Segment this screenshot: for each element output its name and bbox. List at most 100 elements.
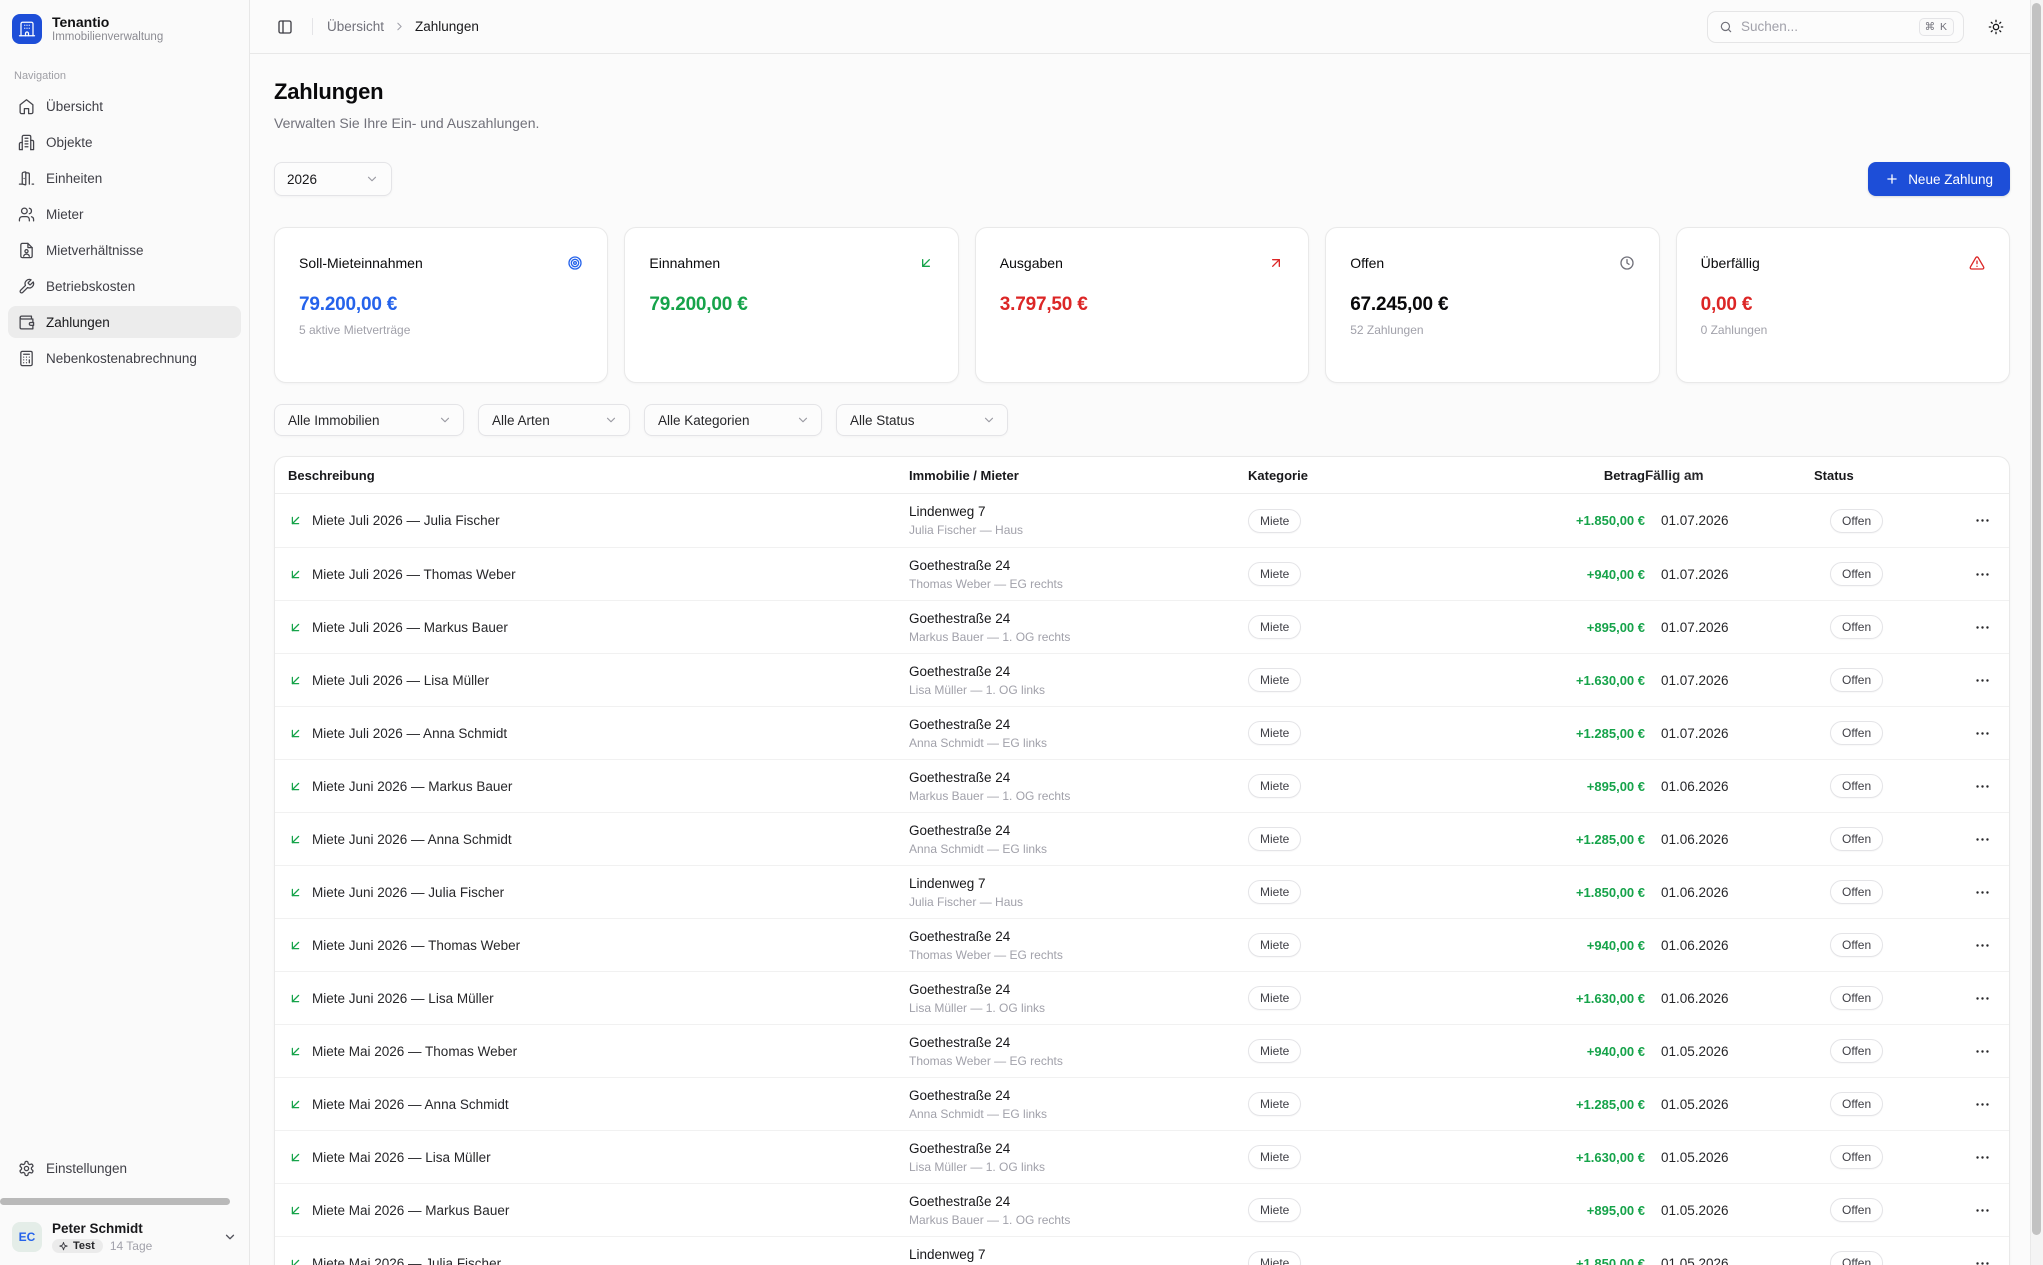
tenant-unit: Anna Schmidt — EG links [909,736,1248,750]
row-actions-button[interactable] [1971,510,1993,532]
sidebar-item-nebenkostenabrechnung[interactable]: Nebenkostenabrechnung [8,342,241,374]
row-actions-button[interactable] [1971,1199,1993,1221]
breadcrumb: Übersicht Zahlungen [327,19,479,34]
row-actions-button[interactable] [1971,881,1993,903]
payment-row: Miete Mai 2026 — Lisa MüllerGoethestraße… [275,1130,2009,1183]
payment-amount: +1.630,00 € [1448,991,1645,1006]
row-actions-button[interactable] [1971,1040,1993,1062]
topbar: Übersicht Zahlungen Suchen... ⌘ K [250,0,2043,54]
more-horizontal-icon [1974,1202,1991,1219]
payment-amount: +1.850,00 € [1448,1256,1645,1265]
category-badge: Miete [1248,1039,1301,1063]
due-date: 01.06.2026 [1645,885,1814,900]
row-actions-button[interactable] [1971,934,1993,956]
arrow-down-left-icon [288,991,303,1006]
row-actions-button[interactable] [1971,1146,1993,1168]
sidebar-toggle-button[interactable] [272,14,298,40]
card-label: Überfällig [1701,255,1760,271]
sidebar-item-mietverhaltnisse[interactable]: Mietverhältnisse [8,234,241,266]
column-header-kategorie: Kategorie [1248,468,1448,483]
filter-alle-status[interactable]: Alle Status [836,404,1008,436]
vertical-scrollbar[interactable] [2030,0,2043,1265]
row-actions-button[interactable] [1971,616,1993,638]
row-actions-button[interactable] [1971,669,1993,691]
due-date: 01.07.2026 [1645,513,1814,528]
tenant-unit: Julia Fischer — Haus [909,895,1248,909]
payment-description: Miete Juni 2026 — Anna Schmidt [312,832,512,847]
status-badge: Offen [1830,721,1883,745]
page-content: Zahlungen Verwalten Sie Ihre Ein- und Au… [250,54,2043,1265]
vertical-scrollbar-thumb[interactable] [2032,3,2041,1235]
property-name: Goethestraße 24 [909,982,1248,998]
sidebar-item-objekte[interactable]: Objekte [8,126,241,158]
due-date: 01.07.2026 [1645,726,1814,741]
arrow-down-left-icon [288,1150,303,1165]
year-select-value: 2026 [287,172,317,187]
chevron-down-icon [223,1230,237,1244]
payment-description: Miete Juli 2026 — Thomas Weber [312,567,516,582]
card-label: Offen [1350,255,1384,271]
due-date: 01.06.2026 [1645,991,1814,1006]
filter-alle-immobilien[interactable]: Alle Immobilien [274,404,464,436]
payment-amount: +1.850,00 € [1448,885,1645,900]
due-date: 01.05.2026 [1645,1097,1814,1112]
status-badge: Offen [1830,1092,1883,1116]
nav-section-label: Navigation [8,70,241,82]
tenant-unit: Julia Fischer — Haus [909,523,1248,537]
table-body: Miete Juli 2026 — Julia FischerLindenweg… [275,494,2009,1265]
due-date: 01.07.2026 [1645,567,1814,582]
payment-description: Miete Juli 2026 — Julia Fischer [312,513,500,528]
row-actions-button[interactable] [1971,1252,1993,1265]
row-actions-button[interactable] [1971,1093,1993,1115]
sidebar-item-einstellungen[interactable]: Einstellungen [8,1152,241,1184]
category-badge: Miete [1248,1145,1301,1169]
year-select[interactable]: 2026 [274,162,392,196]
status-badge: Offen [1830,1198,1883,1222]
due-date: 01.05.2026 [1645,1044,1814,1059]
chevron-down-icon [796,413,810,427]
sidebar-item-zahlungen[interactable]: Zahlungen [8,306,241,338]
search-input[interactable]: Suchen... ⌘ K [1707,11,1964,43]
due-date: 01.05.2026 [1645,1256,1814,1265]
wrench-icon [18,278,35,295]
page-subtitle: Verwalten Sie Ihre Ein- und Auszahlungen… [274,115,2010,131]
category-badge: Miete [1248,880,1301,904]
user-menu[interactable]: EC Peter Schmidt Test 14 Tage [8,1215,241,1255]
main-area: Übersicht Zahlungen Suchen... ⌘ K [250,0,2043,1265]
row-actions-button[interactable] [1971,563,1993,585]
more-horizontal-icon [1974,512,1991,529]
payment-description: Miete Juni 2026 — Markus Bauer [312,779,512,794]
filter-alle-arten[interactable]: Alle Arten [478,404,630,436]
sidebar-item-ubersicht[interactable]: Übersicht [8,90,241,122]
new-payment-button[interactable]: Neue Zahlung [1868,162,2010,196]
sidebar-item-mieter[interactable]: Mieter [8,198,241,230]
theme-toggle-button[interactable] [1983,14,2009,40]
row-actions-button[interactable] [1971,828,1993,850]
row-actions-button[interactable] [1971,722,1993,744]
sun-icon [1988,19,2004,35]
sidebar-horizontal-scrollbar[interactable] [0,1198,230,1205]
breadcrumb-uebersicht[interactable]: Übersicht [327,19,384,34]
sidebar-item-einheiten[interactable]: Einheiten [8,162,241,194]
payment-row: Miete Juli 2026 — Anna SchmidtGoethestra… [275,706,2009,759]
tenant-unit: Lisa Müller — 1. OG links [909,1160,1248,1174]
payment-amount: +940,00 € [1448,567,1645,582]
arrow-down-left-icon [288,726,303,741]
row-actions-button[interactable] [1971,775,1993,797]
filter-alle-kategorien[interactable]: Alle Kategorien [644,404,822,436]
sidebar-item-betriebskosten[interactable]: Betriebskosten [8,270,241,302]
payment-amount: +1.850,00 € [1448,513,1645,528]
search-shortcut: ⌘ K [1919,18,1954,36]
payment-amount: +1.285,00 € [1448,726,1645,741]
arrow-down-left-icon [288,673,303,688]
avatar: EC [12,1222,42,1252]
payment-row: Miete Mai 2026 — Thomas WeberGoethestraß… [275,1024,2009,1077]
due-date: 01.06.2026 [1645,938,1814,953]
row-actions-button[interactable] [1971,987,1993,1009]
tenant-unit: Markus Bauer — 1. OG rechts [909,630,1248,644]
category-badge: Miete [1248,986,1301,1010]
search-icon [1719,20,1733,34]
tenant-unit: Lisa Müller — 1. OG links [909,683,1248,697]
status-badge: Offen [1830,1039,1883,1063]
sidebar-nav: Übersicht Objekte Einheiten Mieter Mietverhä… [8,90,241,378]
